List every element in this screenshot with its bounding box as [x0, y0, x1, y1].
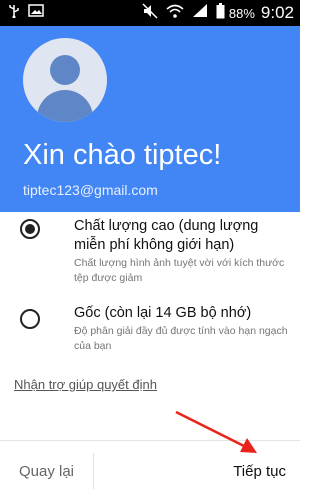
radio-high-quality[interactable]: [20, 219, 40, 239]
mute-icon: [142, 2, 158, 24]
radio-original[interactable]: [20, 309, 40, 329]
status-left-icons: [8, 4, 52, 23]
continue-button[interactable]: Tiếp tục: [233, 441, 286, 500]
avatar: [23, 38, 107, 122]
battery-percent: 88%: [228, 5, 255, 21]
button-divider: [93, 453, 94, 489]
account-header: Xin chào tiptec! tiptec123@gmail.com: [0, 26, 300, 212]
status-right-icons: 88% 9:02: [142, 2, 294, 24]
greeting-title: Xin chào tiptec!: [23, 139, 222, 171]
option-high-quality[interactable]: Chất lượng cao (dung lượng miễn phí khôn…: [0, 212, 300, 292]
status-bar: 88% 9:02: [0, 0, 300, 26]
bottom-action-bar: Quay lại Tiếp tục: [0, 440, 300, 500]
back-button[interactable]: Quay lại: [0, 441, 93, 500]
option-description: Độ phân giải đầy đủ được tính vào hạn ng…: [74, 325, 288, 352]
option-original[interactable]: Gốc (còn lại 14 GB bộ nhớ) Độ phân giải …: [0, 296, 300, 366]
clock: 9:02: [260, 3, 294, 22]
wifi-icon: [166, 4, 184, 23]
option-title: Chất lượng cao (dung lượng miễn phí khôn…: [74, 218, 259, 253]
radio-selected-dot: [25, 224, 35, 234]
image-icon: [28, 4, 44, 22]
usb-icon: [8, 4, 20, 23]
signal-icon: [192, 3, 208, 23]
battery-icon: [216, 2, 225, 24]
option-description: Chất lượng hình ảnh tuyệt vời với kích t…: [74, 257, 285, 284]
option-title: Gốc (còn lại 14 GB bộ nhớ): [74, 305, 252, 321]
avatar-head: [50, 55, 80, 85]
help-decide-link[interactable]: Nhận trợ giúp quyết định: [14, 377, 157, 392]
avatar-body: [37, 90, 93, 122]
account-email: tiptec123@gmail.com: [23, 182, 158, 198]
